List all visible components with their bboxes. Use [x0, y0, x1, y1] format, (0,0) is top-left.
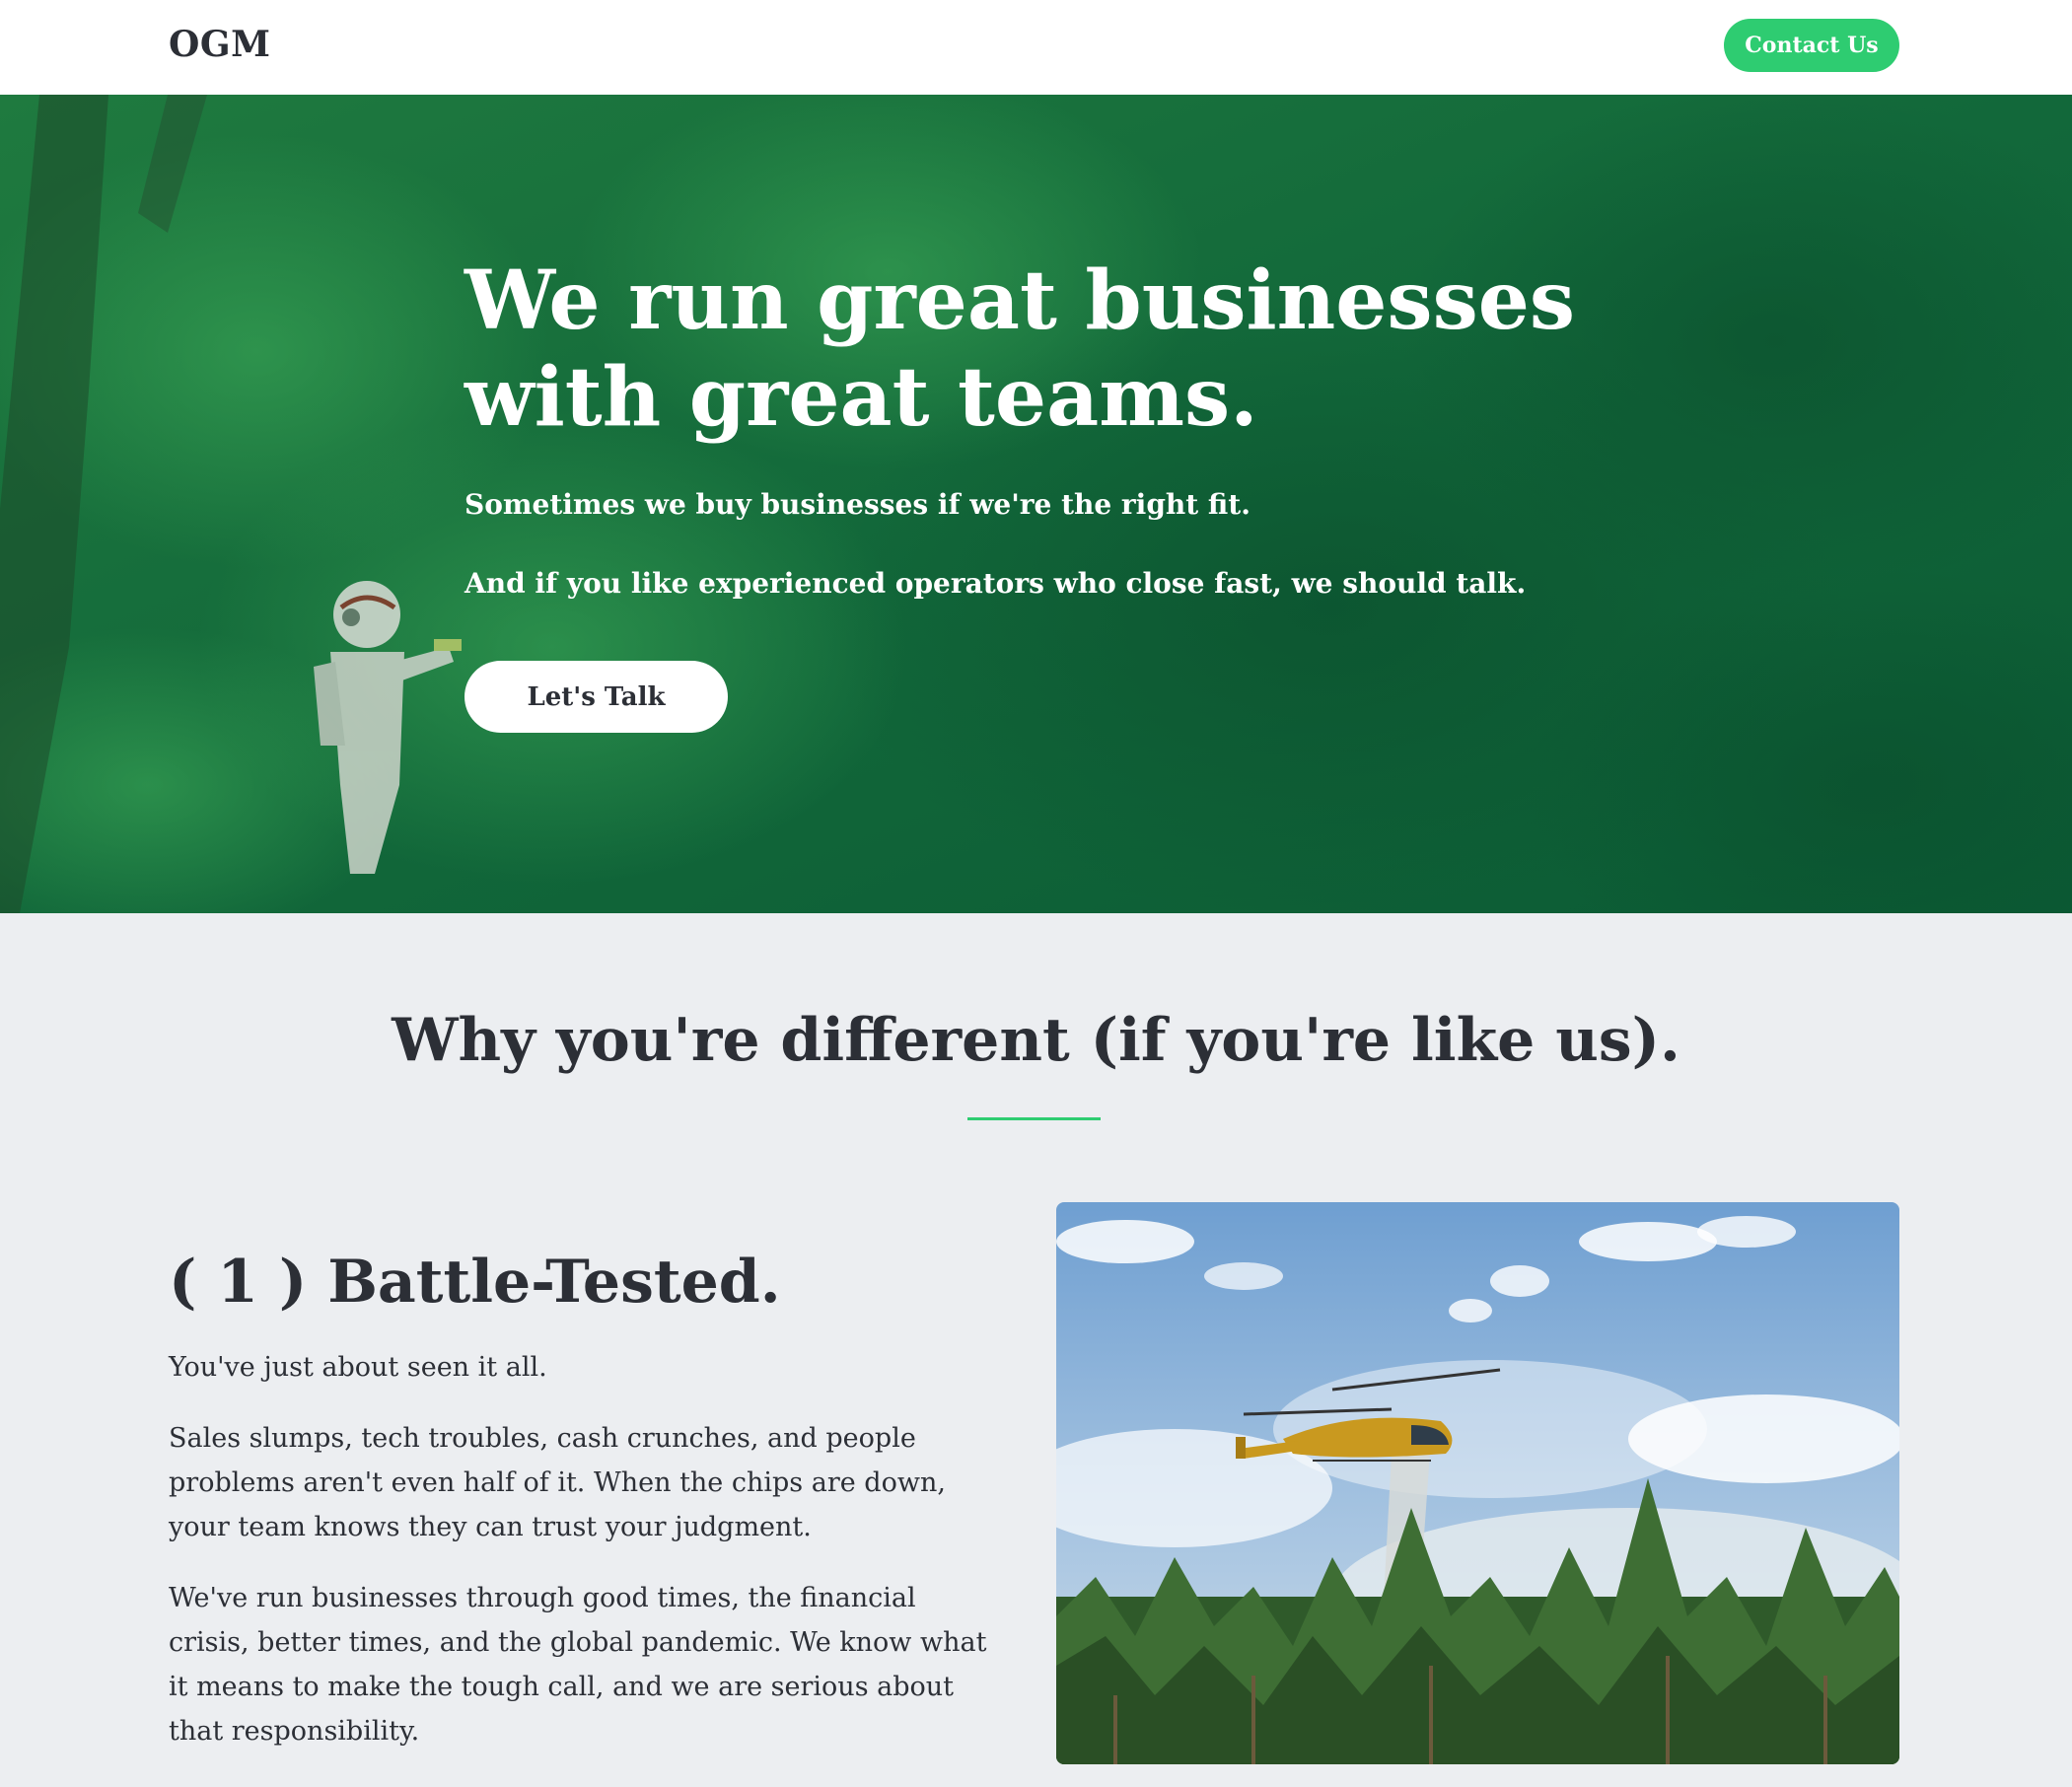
feature-paragraph: Sales slumps, tech troubles, cash crunch…	[169, 1423, 946, 1542]
feature-body: You've just about seen it all. Sales slu…	[169, 1345, 997, 1780]
section-title: Why you're different (if you're like us)…	[392, 1006, 1680, 1075]
helicopter-photo	[1056, 1202, 1899, 1764]
page: OGM Contact Us We run great businesses w…	[0, 0, 2072, 1787]
contact-us-button[interactable]: Contact Us	[1724, 19, 1899, 72]
lets-talk-button[interactable]: Let's Talk	[464, 661, 728, 733]
hero-subtitle: Sometimes we buy businesses if we're the…	[464, 488, 1250, 521]
feature-paragraph: We've run businesses through good times,…	[169, 1583, 987, 1747]
navbar: OGM Contact Us	[0, 0, 2072, 95]
section-divider	[967, 1117, 1101, 1120]
feature-title: ( 1 ) Battle-Tested.	[169, 1248, 781, 1317]
brand-logo[interactable]: OGM	[169, 20, 270, 69]
hero-text-block: We run great businesses with great teams…	[464, 252, 1747, 604]
hero-title: We run great businesses with great teams…	[464, 253, 1576, 445]
feature-image	[1056, 1202, 1899, 1764]
feature-paragraph: You've just about seen it all.	[169, 1352, 547, 1383]
hero-section: We run great businesses with great teams…	[0, 95, 2072, 913]
hero-subtitle-2: And if you like experienced operators wh…	[464, 567, 1527, 600]
